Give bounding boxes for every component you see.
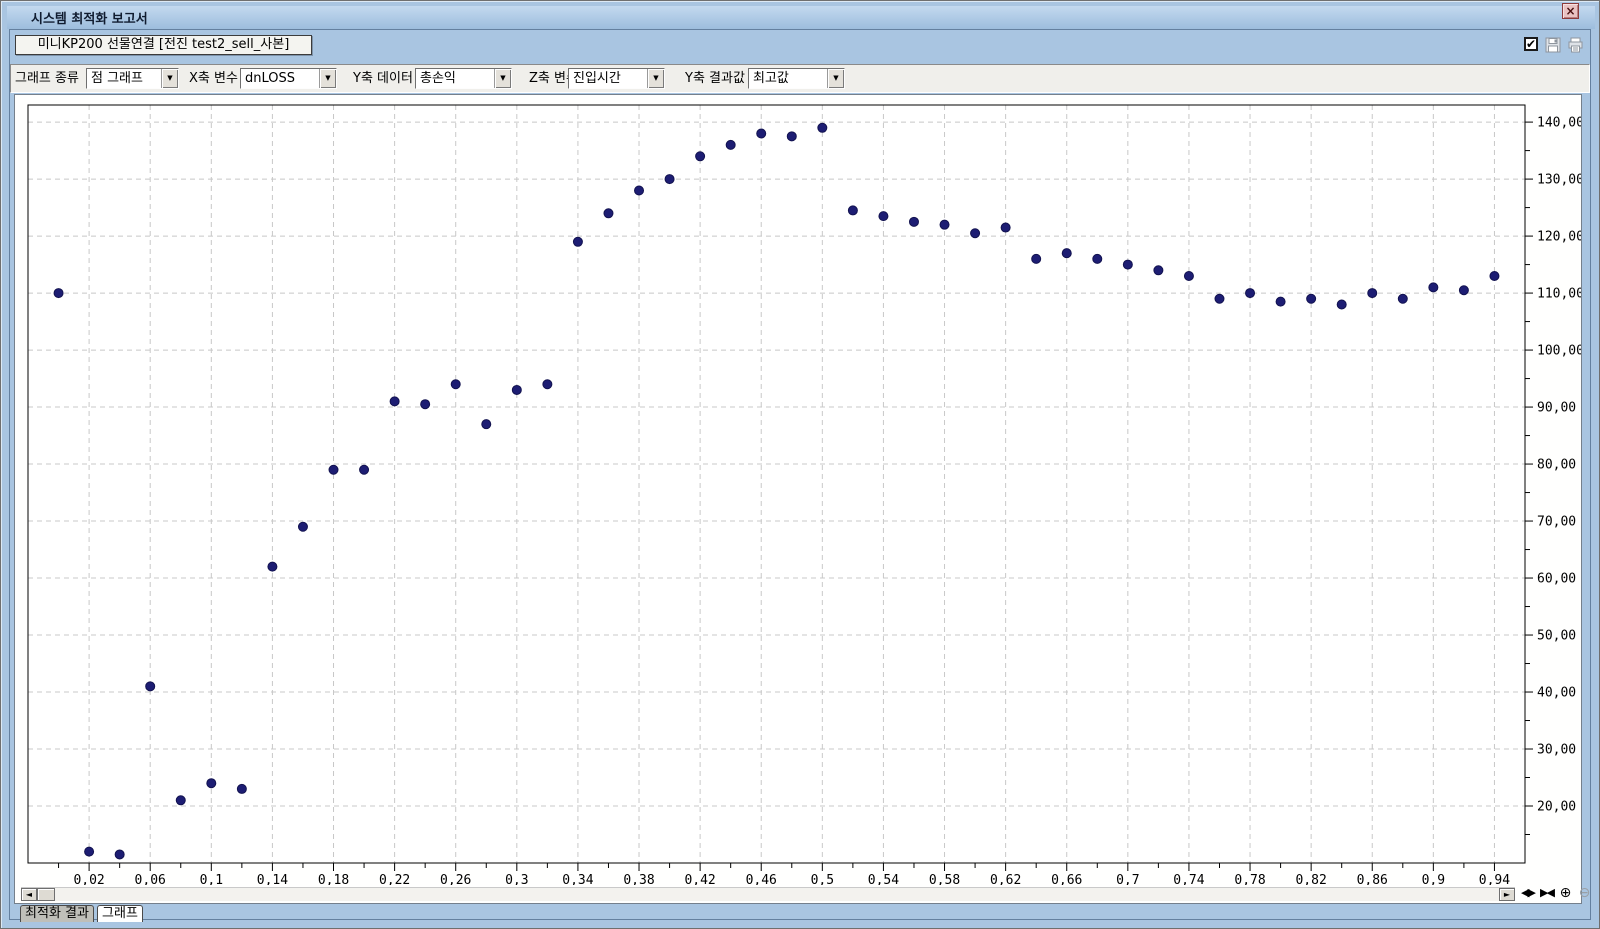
chart-options-toolbar: 그래프 종류 점 그래프 ▼ X축 변수 dnLOSS ▼ Y축 데이터 총손익… xyxy=(10,64,1590,93)
optimization-report-window: 시스템 최적화 보고서 × 미니KP200 선물연결 [전진 test2_sel… xyxy=(0,0,1600,929)
chevron-down-icon[interactable]: ▼ xyxy=(161,69,178,88)
x-var-label: X축 변수 xyxy=(189,65,238,92)
scrollbar-thumb[interactable] xyxy=(37,888,55,901)
chevron-down-icon[interactable]: ▼ xyxy=(827,69,844,88)
chevron-down-icon[interactable]: ▼ xyxy=(647,69,664,88)
svg-text:0,38: 0,38 xyxy=(623,873,654,885)
svg-text:0,86: 0,86 xyxy=(1357,873,1388,885)
graph-type-combobox[interactable]: 점 그래프 ▼ xyxy=(86,68,179,89)
svg-text:110,00: 110,00 xyxy=(1537,287,1581,302)
y-result-value: 최고값 xyxy=(749,69,827,88)
svg-text:0,34: 0,34 xyxy=(562,873,593,885)
svg-text:0,02: 0,02 xyxy=(73,873,104,885)
scroll-left-icon[interactable]: ◄ xyxy=(21,888,37,901)
svg-text:0,62: 0,62 xyxy=(990,873,1021,885)
svg-text:130,00: 130,00 xyxy=(1537,173,1581,188)
svg-text:50,00: 50,00 xyxy=(1537,629,1576,644)
svg-text:0,42: 0,42 xyxy=(684,873,715,885)
graph-type-value: 점 그래프 xyxy=(87,69,161,88)
tab-optimization-results[interactable]: 최적화 결과 xyxy=(20,905,94,922)
chevron-down-icon[interactable]: ▼ xyxy=(319,69,336,88)
close-icon[interactable]: × xyxy=(1562,3,1579,19)
zoom-in-icon[interactable]: ⊕ xyxy=(1557,885,1574,901)
report-checkbox[interactable]: ✔ xyxy=(1524,37,1538,51)
svg-text:70,00: 70,00 xyxy=(1537,515,1576,530)
svg-text:30,00: 30,00 xyxy=(1537,743,1576,758)
y-data-label: Y축 데이터 xyxy=(353,65,413,92)
svg-text:0,94: 0,94 xyxy=(1479,873,1510,885)
svg-text:0,58: 0,58 xyxy=(929,873,960,885)
chart-panel: 0,02 0,06 0,1 0,14 0,18 0,22 0,26 0,3 0,34 0,38 0,… xyxy=(14,94,1582,904)
svg-text:0,9: 0,9 xyxy=(1422,873,1445,885)
svg-text:120,00: 120,00 xyxy=(1537,230,1581,245)
svg-text:0,74: 0,74 xyxy=(1173,873,1204,885)
collapse-horizontal-icon[interactable]: ▶◀ xyxy=(1538,885,1555,901)
y-data-value: 총손익 xyxy=(416,69,494,88)
y-result-combobox[interactable]: 최고값 ▼ xyxy=(748,68,845,89)
x-var-combobox[interactable]: dnLOSS ▼ xyxy=(240,68,337,89)
scrollbar-track[interactable] xyxy=(55,888,1499,901)
svg-text:90,00: 90,00 xyxy=(1537,401,1576,416)
svg-text:0,7: 0,7 xyxy=(1116,873,1139,885)
expand-horizontal-icon[interactable]: ◀▶ xyxy=(1519,885,1536,901)
svg-text:0,46: 0,46 xyxy=(746,873,777,885)
window-title: 시스템 최적화 보고서 xyxy=(31,8,148,27)
svg-text:0,06: 0,06 xyxy=(135,873,166,885)
svg-text:80,00: 80,00 xyxy=(1537,458,1576,473)
chart-zoom-controls: ◀▶ ▶◀ ⊕ ⊖ xyxy=(1519,885,1593,901)
svg-text:0,66: 0,66 xyxy=(1051,873,1082,885)
svg-text:0,1: 0,1 xyxy=(200,873,223,885)
horizontal-scrollbar: ◄ ► xyxy=(21,887,1515,901)
svg-text:100,00: 100,00 xyxy=(1537,344,1581,359)
scroll-right-icon[interactable]: ► xyxy=(1499,888,1515,901)
y-data-combobox[interactable]: 총손익 ▼ xyxy=(415,68,512,89)
chevron-down-icon[interactable]: ▼ xyxy=(494,69,511,88)
client-area: 미니KP200 선물연결 [전진 test2_sell_사본] ✔ 그래프 종류 xyxy=(9,29,1591,920)
svg-text:0,82: 0,82 xyxy=(1295,873,1326,885)
tab-graph[interactable]: 그래프 xyxy=(97,905,143,922)
scatter-plot: 0,02 0,06 0,1 0,14 0,18 0,22 0,26 0,3 0,34 0,38 0,… xyxy=(15,95,1581,885)
svg-text:0,78: 0,78 xyxy=(1234,873,1265,885)
save-icon[interactable] xyxy=(1545,37,1562,53)
graph-type-label: 그래프 종류 xyxy=(15,65,79,92)
x-var-value: dnLOSS xyxy=(241,69,319,88)
svg-text:0,14: 0,14 xyxy=(257,873,288,885)
svg-text:140,00: 140,00 xyxy=(1537,116,1581,131)
svg-text:0,18: 0,18 xyxy=(318,873,349,885)
z-var-combobox[interactable]: 진입시간 ▼ xyxy=(568,68,665,89)
svg-text:0,5: 0,5 xyxy=(811,873,834,885)
svg-text:0,26: 0,26 xyxy=(440,873,471,885)
svg-text:0,3: 0,3 xyxy=(505,873,528,885)
z-var-value: 진입시간 xyxy=(569,69,647,88)
svg-text:0,54: 0,54 xyxy=(868,873,899,885)
titlebar: 시스템 최적화 보고서 xyxy=(7,6,1595,29)
strategy-name-box: 미니KP200 선물연결 [전진 test2_sell_사본] xyxy=(15,35,312,55)
y-result-label: Y축 결과값 xyxy=(685,65,745,92)
svg-text:0,22: 0,22 xyxy=(379,873,410,885)
svg-text:40,00: 40,00 xyxy=(1537,686,1576,701)
svg-text:20,00: 20,00 xyxy=(1537,800,1576,815)
svg-text:60,00: 60,00 xyxy=(1537,572,1576,587)
zoom-out-icon[interactable]: ⊖ xyxy=(1576,885,1593,901)
print-icon[interactable] xyxy=(1567,37,1584,53)
